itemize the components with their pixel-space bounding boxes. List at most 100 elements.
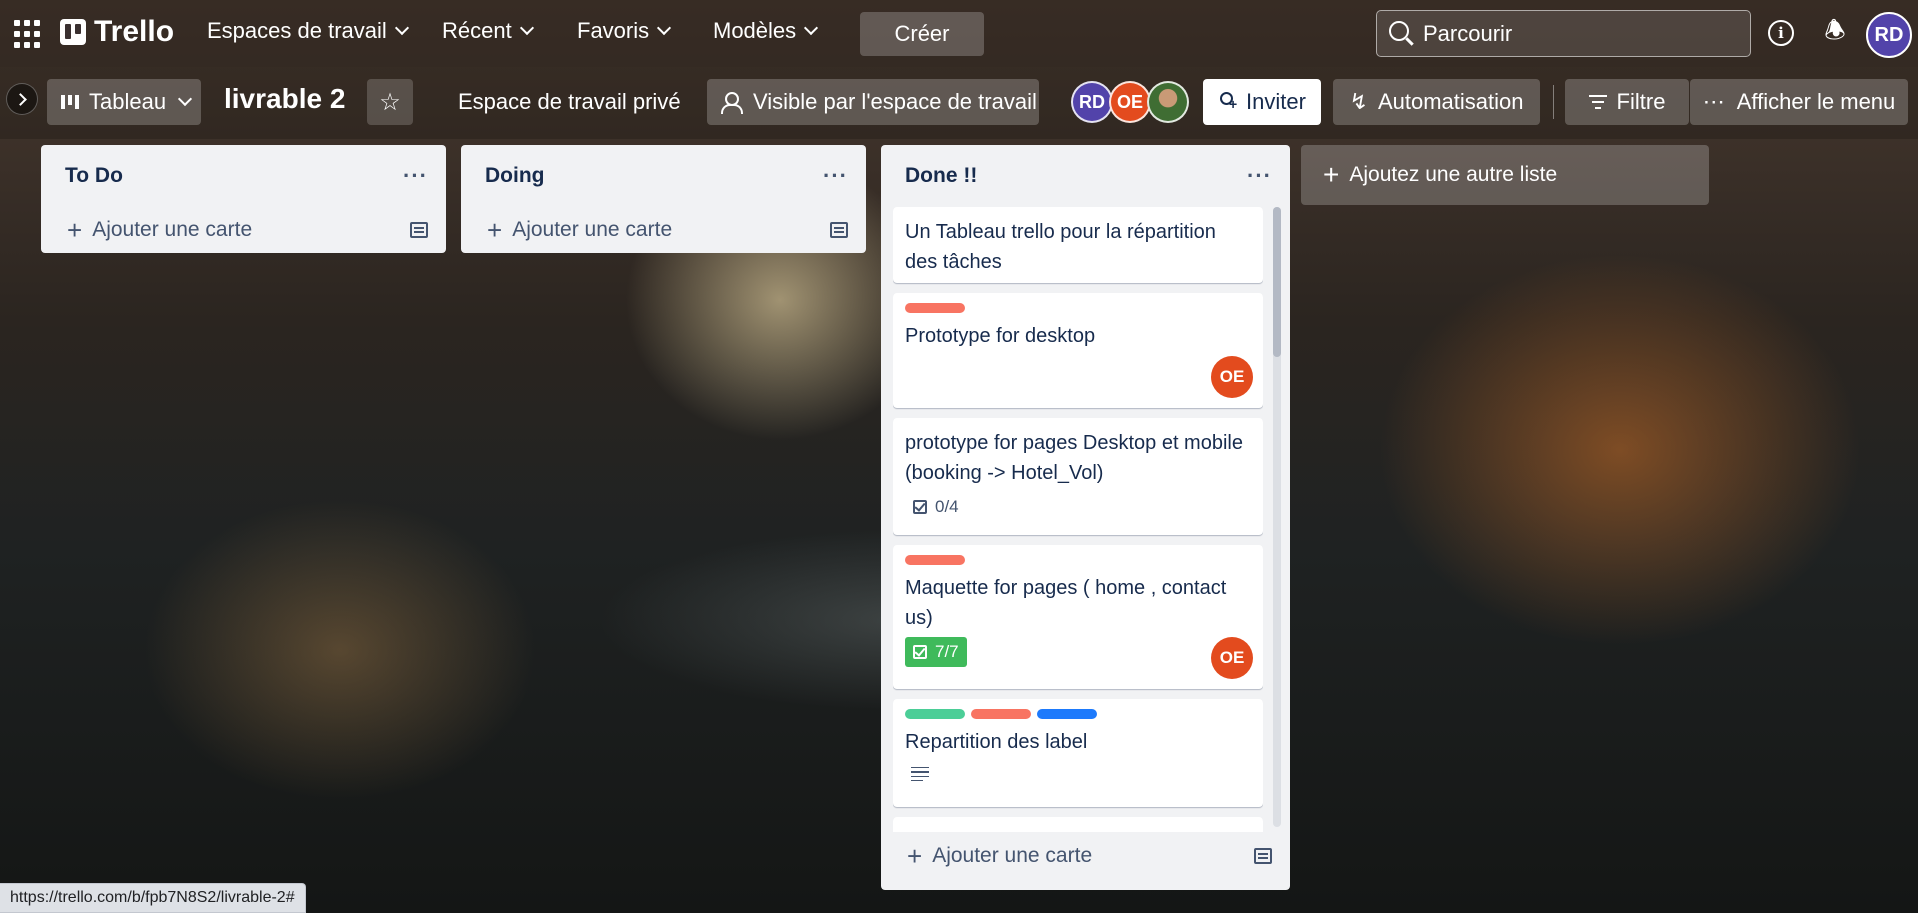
card[interactable]: Un Tableau trello pour la répartition de… — [893, 207, 1263, 283]
card-template-icon[interactable] — [830, 222, 848, 238]
toolbar-divider — [1553, 85, 1554, 119]
account-avatar[interactable]: RD — [1866, 12, 1912, 58]
workspace-button[interactable]: Espace de travail privé — [440, 79, 699, 125]
checklist-icon — [913, 500, 927, 514]
recent-menu-label: Récent — [442, 18, 512, 43]
chevron-down-icon — [804, 20, 819, 36]
search-placeholder: Parcourir — [1423, 20, 1513, 46]
checklist-count: 7/7 — [935, 642, 959, 661]
board-view-switcher[interactable]: Tableau — [47, 79, 201, 125]
board-title[interactable]: livrable 2 — [224, 83, 345, 115]
list-title[interactable]: Done !! — [905, 164, 977, 188]
card-template-icon[interactable] — [1254, 848, 1272, 864]
label-red[interactable] — [905, 303, 965, 313]
member-avatar-rd[interactable]: RD — [1071, 81, 1113, 123]
automation-button[interactable]: ↯ Automatisation — [1333, 79, 1540, 125]
card-member-avatar[interactable]: OE — [1211, 356, 1253, 398]
board-members: RD OE — [1071, 81, 1189, 123]
label-red[interactable] — [905, 555, 965, 565]
more-horizontal-icon: ⋯ — [1702, 89, 1725, 114]
card[interactable]: prototype for pages Desktop et mobile (b… — [893, 418, 1263, 535]
app-switcher-icon[interactable] — [14, 20, 42, 48]
list-header: To Do ··· — [41, 145, 446, 207]
board-view-label: Tableau — [89, 89, 167, 114]
invite-label: Inviter — [1246, 89, 1306, 114]
card-labels — [905, 303, 1251, 313]
list-menu-icon[interactable]: ··· — [1247, 165, 1272, 187]
add-person-icon — [1218, 92, 1238, 112]
recent-menu-button[interactable]: Récent — [442, 18, 534, 44]
expand-sidebar-button[interactable] — [6, 83, 38, 115]
visibility-button[interactable]: Visible par l'espace de travail — [707, 79, 1039, 125]
list-doing: Doing ··· + Ajouter une carte — [461, 145, 866, 253]
add-card-button[interactable]: + Ajouter une carte — [881, 833, 1290, 879]
member-avatar-oe[interactable]: OE — [1109, 81, 1151, 123]
add-card-label: Ajouter une carte — [512, 218, 673, 241]
trello-logo-icon — [60, 19, 86, 45]
card-list: Un Tableau trello pour la répartition de… — [893, 207, 1263, 832]
add-card-button[interactable]: + Ajouter une carte — [41, 207, 446, 253]
label-red[interactable] — [971, 709, 1031, 719]
invite-button[interactable]: Inviter — [1203, 79, 1321, 125]
list-header: Doing ··· — [461, 145, 866, 207]
filter-button[interactable]: Filtre — [1565, 79, 1689, 125]
add-list-label: Ajoutez une autre liste — [1349, 163, 1558, 186]
visibility-label: Visible par l'espace de travail — [753, 89, 1037, 114]
templates-menu-button[interactable]: Modèles — [713, 18, 819, 44]
label-blue[interactable] — [1037, 709, 1097, 719]
description-icon — [911, 767, 929, 781]
show-menu-label: Afficher le menu — [1736, 89, 1896, 114]
browser-status-url: https://trello.com/b/fpb7N8S2/livrable-2… — [0, 883, 306, 913]
star-icon: ☆ — [379, 88, 401, 116]
list-menu-icon[interactable]: ··· — [823, 165, 848, 187]
card[interactable]: Prototype for desktop OE — [893, 293, 1263, 408]
create-button[interactable]: Créer — [860, 12, 984, 56]
lightning-icon: ↯ — [1349, 89, 1368, 114]
checklist-badge-complete: 7/7 — [905, 637, 967, 667]
card-labels — [905, 555, 1251, 565]
add-list-button[interactable]: + Ajoutez une autre liste — [1301, 145, 1709, 205]
member-avatar-photo[interactable] — [1147, 81, 1189, 123]
notifications-bell-icon[interactable]: 🕭 — [1822, 17, 1848, 48]
search-input[interactable]: Parcourir — [1376, 10, 1751, 57]
card-title: Repartition des label — [905, 731, 1088, 753]
chevron-right-icon — [13, 92, 27, 106]
automation-label: Automatisation — [1377, 89, 1524, 114]
card-title: Maquette for pages ( home , contact us) — [905, 577, 1227, 629]
favorites-menu-button[interactable]: Favoris — [577, 18, 672, 44]
checklist-icon — [913, 645, 927, 659]
templates-menu-label: Modèles — [713, 18, 797, 43]
logo-text: Trello — [94, 15, 175, 48]
workspaces-menu-label: Espaces de travail — [207, 18, 387, 43]
search-icon — [1389, 21, 1409, 41]
card-title: Prototype for desktop — [905, 325, 1096, 347]
list-title[interactable]: To Do — [65, 164, 123, 188]
list-header: Done !! ··· — [881, 145, 1290, 207]
trello-logo[interactable]: Trello — [60, 15, 174, 49]
list-scrollbar[interactable] — [1273, 207, 1281, 827]
workspaces-menu-button[interactable]: Espaces de travail — [207, 18, 409, 44]
card-title: Un Tableau trello pour la répartition de… — [905, 221, 1216, 273]
chevron-down-icon — [657, 20, 672, 36]
info-icon[interactable]: i — [1768, 20, 1794, 46]
plus-icon: + — [1323, 159, 1340, 190]
card-labels — [905, 709, 1251, 719]
card-template-icon[interactable] — [410, 222, 428, 238]
label-green[interactable] — [905, 709, 965, 719]
star-board-button[interactable]: ☆ — [367, 79, 413, 125]
card[interactable]: Maquette for pages ( home , contact us) … — [893, 545, 1263, 689]
card-member-avatar[interactable]: OE — [1211, 637, 1253, 679]
checklist-badge: 0/4 — [905, 492, 967, 522]
list-menu-icon[interactable]: ··· — [403, 165, 428, 187]
filter-icon — [1588, 95, 1607, 109]
add-card-button[interactable]: + Ajouter une carte — [461, 207, 866, 253]
plus-icon: + — [67, 214, 83, 245]
top-navigation-bar: Trello Espaces de travail Récent Favoris… — [0, 0, 1918, 67]
add-card-label: Ajouter une carte — [92, 218, 253, 241]
list-title[interactable]: Doing — [485, 164, 544, 188]
people-icon — [721, 92, 743, 114]
card[interactable]: Repartition des label — [893, 699, 1263, 807]
card[interactable] — [893, 817, 1263, 832]
board-view-icon — [61, 95, 81, 109]
show-menu-button[interactable]: ⋯ Afficher le menu — [1690, 79, 1908, 125]
